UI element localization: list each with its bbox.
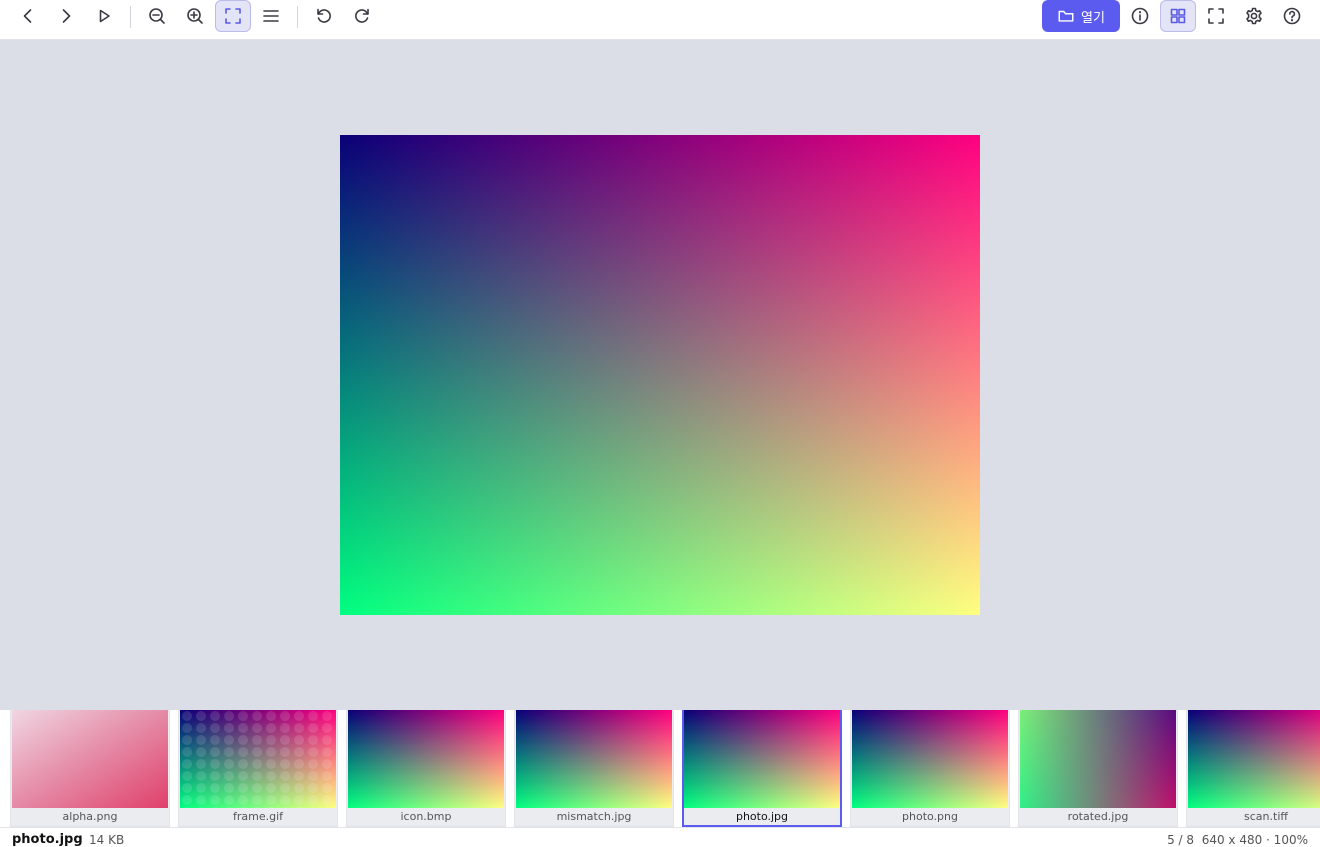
fullscreen-icon [1208,8,1224,24]
slideshow-button[interactable] [86,0,122,32]
next-button[interactable] [48,0,84,32]
settings-button[interactable] [1236,0,1272,32]
chevron-right-icon [62,9,71,23]
thumbnail-image [348,710,504,808]
thumbnail-alpha-png[interactable]: alpha.png [10,710,170,827]
toolbar: 열기 [0,0,1320,40]
thumbnail-frame-gif[interactable]: frame.gif [178,710,338,827]
status-position: 5 / 8 [1167,833,1195,847]
main-image [340,135,980,615]
help-button[interactable] [1274,0,1310,32]
thumbnail-icon-bmp[interactable]: icon.bmp [346,710,506,827]
info-icon [1131,7,1149,25]
chevron-left-icon [23,9,32,23]
status-dimensions: 640 x 480 · 100% [1201,833,1308,847]
rotate-right-button[interactable] [344,0,380,32]
rotate-right-icon [355,8,369,23]
fit-to-window-button[interactable] [215,0,251,32]
thumbnail-label: alpha.png [62,810,118,823]
thumbnail-image [684,710,840,808]
toolbar-divider [130,6,131,28]
thumbnail-image [12,710,168,808]
zoom-out-icon [149,8,165,24]
play-icon [99,9,110,23]
thumbnail-strip: alpha.png frame.gif icon.bmp mismatch.jp… [0,710,1320,827]
image-viewer[interactable] [0,40,1320,710]
open-button[interactable]: 열기 [1042,0,1120,32]
prev-button[interactable] [10,0,46,32]
thumbnail-scan-tiff[interactable]: scan.tiff [1186,710,1320,827]
rotate-left-icon [317,8,331,23]
thumbnail-rotated-jpg[interactable]: rotated.jpg [1018,710,1178,827]
thumbnail-label: frame.gif [232,810,284,823]
menu-icon [263,10,279,22]
fullscreen-button[interactable] [1198,0,1234,32]
status-filesize: 14 KB [89,833,125,847]
thumbnail-label: rotated.jpg [1067,810,1129,823]
thumbnail-label: photo.png [902,810,958,823]
toolbar-divider [297,6,298,28]
menu-button[interactable] [253,0,289,32]
thumbnail-photo-jpg[interactable]: photo.jpg [682,710,842,827]
help-icon [1283,7,1301,25]
info-button[interactable] [1122,0,1158,32]
zoom-out-button[interactable] [139,0,175,32]
fit-to-window-icon [225,8,241,24]
rotate-left-button[interactable] [306,0,342,32]
thumbnail-photo-png[interactable]: photo.png [850,710,1010,827]
thumbnail-label: icon.bmp [400,810,452,823]
thumbnail-image [852,710,1008,808]
gallery-button[interactable] [1160,0,1196,32]
zoom-in-icon [187,8,203,24]
gear-icon [1246,7,1262,25]
grid-icon [1170,8,1186,24]
status-bar: photo.jpg 14 KB 5 / 8 640 x 480 · 100% [0,827,1320,847]
thumbnail-image [1020,710,1176,808]
open-button-label: 열기 [1081,10,1105,26]
thumbnail-image [1188,710,1320,808]
zoom-in-button[interactable] [177,0,213,32]
thumbnail-mismatch-jpg[interactable]: mismatch.jpg [514,710,674,827]
thumbnail-label: mismatch.jpg [556,810,632,823]
thumbnail-label: photo.jpg [735,810,789,823]
thumbnail-label: scan.tiff [1244,810,1288,823]
thumbnail-image [180,710,336,808]
status-info: 5 / 8 640 x 480 · 100% [1167,833,1308,847]
status-filename: photo.jpg [12,832,83,847]
folder-icon [1058,10,1074,22]
thumbnail-image [516,710,672,808]
